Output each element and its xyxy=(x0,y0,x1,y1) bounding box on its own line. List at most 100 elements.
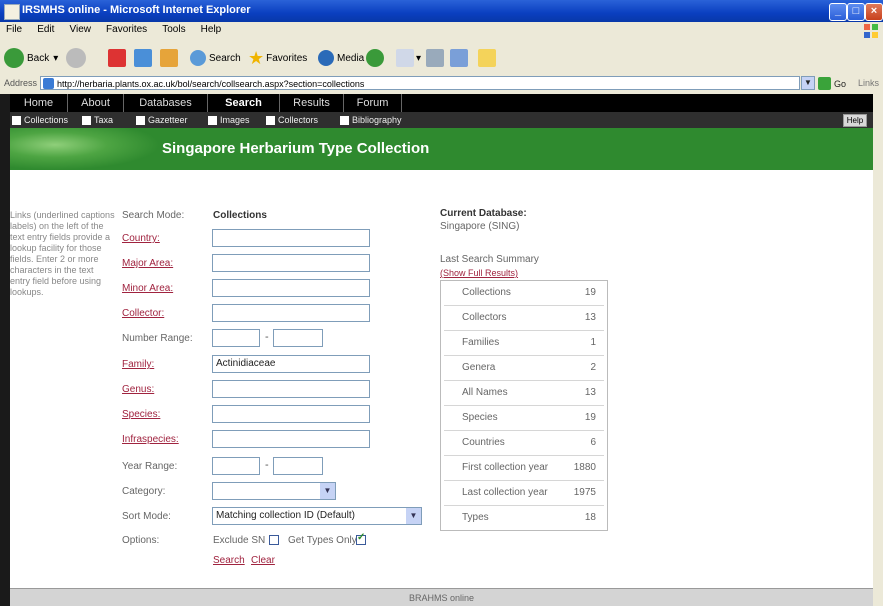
help-button[interactable]: Help xyxy=(843,114,867,127)
close-button[interactable]: × xyxy=(865,3,883,21)
page-icon xyxy=(43,78,54,89)
country-lookup-link[interactable]: Country: xyxy=(122,233,160,244)
genus-lookup-link[interactable]: Genus: xyxy=(122,384,154,395)
family-lookup-link[interactable]: Family: xyxy=(122,359,154,370)
home-icon xyxy=(160,49,178,67)
media-icon xyxy=(318,50,334,66)
range-dash: - xyxy=(265,459,269,471)
major-area-input[interactable] xyxy=(212,254,370,272)
year-from-input[interactable] xyxy=(212,457,260,475)
maximize-button[interactable]: □ xyxy=(847,3,865,21)
subnav-gazetteer[interactable]: Gazetteer xyxy=(136,114,188,126)
year-to-input[interactable] xyxy=(273,457,323,475)
search-link[interactable]: Search xyxy=(213,555,245,566)
subnav-bibliography[interactable]: Bibliography xyxy=(340,114,402,126)
forward-arrow-icon xyxy=(66,48,86,68)
menu-favorites[interactable]: Favorites xyxy=(100,22,153,35)
collector-lookup-link[interactable]: Collector: xyxy=(122,308,164,319)
clear-link[interactable]: Clear xyxy=(251,555,275,566)
family-input[interactable]: Actinidiaceae xyxy=(212,355,370,373)
nav-tab-forum[interactable]: Forum xyxy=(344,94,402,112)
get-types-only-checkbox[interactable] xyxy=(356,532,366,545)
minimize-button[interactable]: _ xyxy=(829,3,847,21)
options-label: Options: xyxy=(122,535,160,546)
links-button[interactable]: Links xyxy=(858,78,879,88)
home-button[interactable] xyxy=(160,48,178,68)
show-full-results-link[interactable]: (Show Full Results) xyxy=(440,268,518,278)
summary-row: Types 18 xyxy=(462,512,596,523)
range-dash: - xyxy=(265,331,269,343)
mail-icon xyxy=(396,49,414,67)
toolbar: Back ▾ Search ★ Favorites Media ▾ xyxy=(0,40,883,75)
title-bar: IRSMHS online - Microsoft Internet Explo… xyxy=(0,0,883,22)
menu-edit[interactable]: Edit xyxy=(31,22,60,35)
summary-row: Families 1 xyxy=(444,331,604,356)
major-area-lookup-link[interactable]: Major Area: xyxy=(122,258,173,269)
go-arrow-icon xyxy=(818,77,831,90)
nav-tab-about[interactable]: About xyxy=(68,94,124,112)
nav-tab-search[interactable]: Search xyxy=(208,94,280,112)
star-icon: ★ xyxy=(248,47,265,68)
sub-nav: Collections Taxa Gazetteer Images Collec… xyxy=(10,112,873,128)
nav-tab-results[interactable]: Results xyxy=(280,94,344,112)
nav-tab-home[interactable]: Home xyxy=(10,94,68,112)
last-search-summary-title: Last Search Summary xyxy=(440,254,539,265)
search-button[interactable]: Search xyxy=(190,48,241,68)
stop-button[interactable] xyxy=(108,48,126,68)
media-button[interactable]: Media xyxy=(318,48,364,68)
sort-mode-select[interactable]: Matching collection ID (Default) ▼ xyxy=(212,507,422,525)
go-button[interactable]: Go xyxy=(818,76,852,91)
species-lookup-link[interactable]: Species: xyxy=(122,409,160,420)
summary-row: First collection year 1880 xyxy=(444,456,604,481)
number-to-input[interactable] xyxy=(273,329,323,347)
menu-view[interactable]: View xyxy=(63,22,97,35)
collector-input[interactable] xyxy=(212,304,370,322)
favorites-button[interactable]: ★ Favorites xyxy=(248,48,307,68)
history-icon xyxy=(366,49,384,67)
folder-button[interactable] xyxy=(478,48,496,68)
menu-file[interactable]: File xyxy=(0,22,28,35)
summary-row: Collections 19 xyxy=(444,281,604,306)
exclude-sn-checkbox[interactable] xyxy=(269,535,279,545)
summary-row: Genera 2 xyxy=(444,356,604,381)
minor-area-lookup-link[interactable]: Minor Area: xyxy=(122,283,173,294)
square-bullet-icon xyxy=(340,115,349,125)
window-title: IRSMHS online - Microsoft Internet Explo… xyxy=(22,4,251,16)
infraspecies-lookup-link[interactable]: Infraspecies: xyxy=(122,434,179,445)
history-button[interactable] xyxy=(366,48,384,68)
minor-area-input[interactable] xyxy=(212,279,370,297)
menu-bar: File Edit View Favorites Tools Help xyxy=(0,22,883,40)
address-input[interactable]: http://herbaria.plants.ox.ac.uk/bol/sear… xyxy=(40,76,800,90)
subnav-collectors[interactable]: Collectors xyxy=(266,114,318,126)
search-mode-value: Collections xyxy=(213,210,267,221)
chevron-down-icon: ▼ xyxy=(320,483,335,499)
category-label: Category: xyxy=(122,486,166,497)
mail-button[interactable]: ▾ xyxy=(396,48,421,68)
subnav-collections[interactable]: Collections xyxy=(12,114,68,126)
site-banner: Singapore Herbarium Type Collection xyxy=(10,128,873,170)
back-arrow-icon xyxy=(4,48,24,68)
print-button[interactable] xyxy=(426,48,444,68)
back-button[interactable]: Back ▾ xyxy=(4,48,58,68)
number-from-input[interactable] xyxy=(212,329,260,347)
folder-icon xyxy=(478,49,496,67)
infraspecies-input[interactable] xyxy=(212,430,370,448)
stop-icon xyxy=(108,49,126,67)
menu-help[interactable]: Help xyxy=(195,22,228,35)
genus-input[interactable] xyxy=(212,380,370,398)
country-input[interactable] xyxy=(212,229,370,247)
nav-tab-databases[interactable]: Databases xyxy=(124,94,208,112)
menu-tools[interactable]: Tools xyxy=(156,22,191,35)
edit-button[interactable] xyxy=(450,48,468,68)
address-dropdown-button[interactable]: ▼ xyxy=(801,76,815,90)
forward-button[interactable] xyxy=(66,48,86,68)
refresh-button[interactable] xyxy=(134,48,152,68)
print-icon xyxy=(426,49,444,67)
species-input[interactable] xyxy=(212,405,370,423)
category-select[interactable]: ▼ xyxy=(212,482,336,500)
subnav-images[interactable]: Images xyxy=(208,114,250,126)
square-bullet-icon xyxy=(12,115,21,125)
address-label: Address xyxy=(4,78,38,88)
current-database-title: Current Database: xyxy=(440,208,527,219)
subnav-taxa[interactable]: Taxa xyxy=(82,114,113,126)
